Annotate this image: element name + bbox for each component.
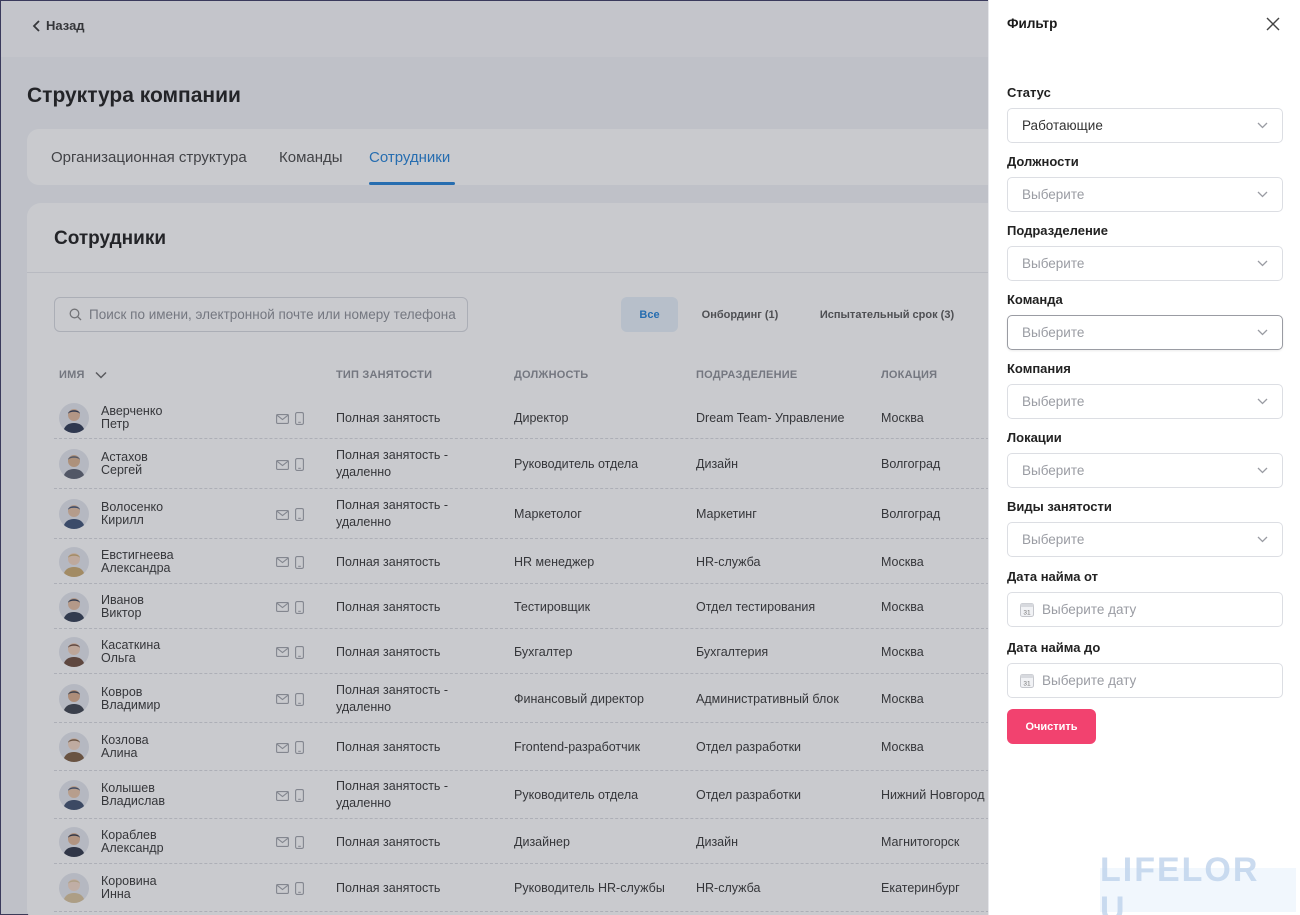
select-placeholder: Выберите [1022,256,1085,271]
close-icon [1266,17,1280,31]
filter-label-positions: Должности [1007,154,1079,169]
chevron-down-icon [1257,260,1268,267]
calendar-icon: 31 [1020,674,1034,688]
chevron-down-icon [1257,467,1268,474]
filter-select-positions[interactable]: Выберите [1007,177,1283,212]
filter-panel: Фильтр Статус Работающие Должности Выберите… [988,0,1300,915]
hire-date-from-label: Дата найма от [1007,569,1099,584]
chevron-down-icon [1257,122,1268,129]
select-placeholder: Выберите [1022,187,1085,202]
filter-label-department: Подразделение [1007,223,1109,238]
hire-date-to-field[interactable]: 31 [1007,663,1283,698]
watermark-logo: LIFELOR U [1100,851,1296,915]
select-value: Работающие [1022,118,1103,133]
chevron-down-icon [1257,398,1268,405]
hire-date-to-input[interactable] [1042,673,1262,688]
calendar-day-text: 31 [1023,610,1031,617]
filter-label-employment-types: Виды занятости [1007,499,1112,514]
select-placeholder: Выберите [1022,532,1085,547]
hire-date-to-label: Дата найма до [1007,640,1101,655]
modal-overlay[interactable] [1,1,989,915]
chevron-down-icon [1257,536,1268,543]
filter-label-team: Команда [1007,292,1063,307]
close-button[interactable] [1265,16,1281,32]
hire-date-from-input[interactable] [1042,602,1262,617]
filter-select-employment-types[interactable]: Выберите [1007,522,1283,557]
filter-select-department[interactable]: Выберите [1007,246,1283,281]
select-placeholder: Выберите [1022,463,1085,478]
select-placeholder: Выберите [1022,325,1085,340]
filter-label-locations: Локации [1007,430,1062,445]
chevron-down-icon [1257,191,1268,198]
filter-select-status[interactable]: Работающие [1007,108,1283,143]
clear-filter-button[interactable]: Очистить [1007,709,1096,744]
calendar-day-text: 31 [1023,681,1031,688]
filter-title: Фильтр [1007,16,1058,31]
filter-select-company[interactable]: Выберите [1007,384,1283,419]
calendar-icon: 31 [1020,603,1034,617]
filter-label-company: Компания [1007,361,1071,376]
chevron-down-icon [1257,329,1268,336]
select-placeholder: Выберите [1022,394,1085,409]
hire-date-from-field[interactable]: 31 [1007,592,1283,627]
filter-label-status: Статус [1007,85,1051,100]
filter-select-team[interactable]: Выберите [1007,315,1283,350]
filter-select-locations[interactable]: Выберите [1007,453,1283,488]
